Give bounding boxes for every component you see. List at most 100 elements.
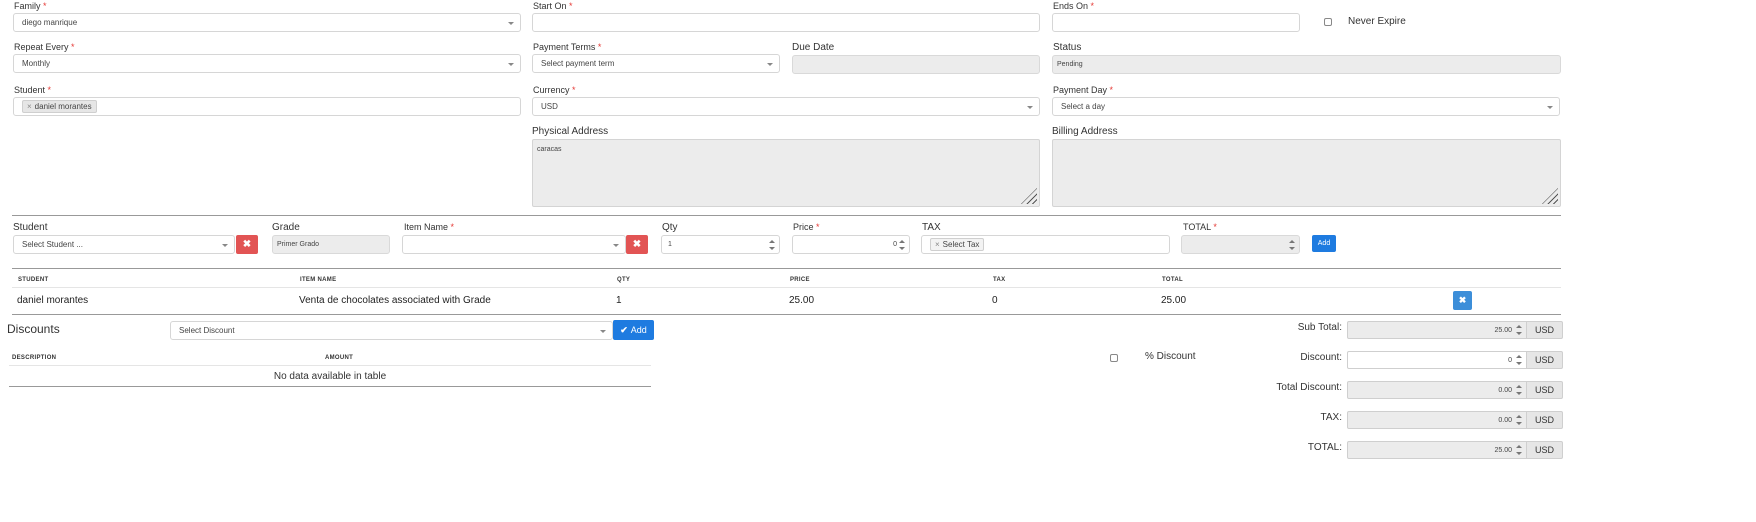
currency-addon: USD	[1527, 411, 1563, 429]
student-multiselect[interactable]: × daniel morantes	[13, 97, 521, 116]
discount-select[interactable]: Select Discount	[170, 321, 613, 340]
add-item-button[interactable]: Add	[1312, 235, 1336, 252]
start-on-input[interactable]	[532, 13, 1040, 32]
discount-value: 0	[1508, 356, 1512, 364]
currency-select[interactable]: USD	[532, 97, 1040, 116]
payment-terms-label: Payment Terms *	[533, 42, 602, 52]
ends-on-input[interactable]	[1052, 13, 1300, 32]
student-tag[interactable]: × daniel morantes	[22, 100, 97, 113]
total-discount-value: 0.00	[1498, 386, 1512, 394]
cell-item-name: Venta de chocolates associated with Grad…	[299, 295, 491, 306]
col-amount: AMOUNT	[325, 355, 354, 361]
chevron-down-icon	[1027, 105, 1033, 109]
cell-tax: 0	[992, 295, 998, 306]
grade-input: Primer Grado	[272, 235, 390, 254]
start-on-label: Start On *	[533, 1, 573, 11]
stepper-icon	[1516, 325, 1522, 335]
remove-tag-icon[interactable]: ×	[935, 240, 940, 249]
payment-terms-select[interactable]: Select payment term	[532, 54, 780, 73]
tax-tag[interactable]: × Select Tax	[930, 238, 985, 251]
stepper-icon	[1289, 239, 1295, 250]
never-expire-label: Never Expire	[1348, 16, 1406, 27]
table-bottom-border	[12, 314, 1561, 315]
currency-addon: USD	[1527, 351, 1563, 369]
discount-table-border	[9, 386, 651, 387]
qty-label: Qty	[662, 222, 678, 233]
repeat-every-select[interactable]: Monthly	[13, 54, 521, 73]
billing-address-label: Billing Address	[1052, 126, 1118, 137]
grade-value: Primer Grado	[277, 241, 320, 248]
section-divider	[12, 215, 1561, 216]
tax-tag-label: Select Tax	[942, 240, 980, 249]
col-tax: TAX	[993, 277, 1006, 283]
item-student-placeholder: Select Student ...	[22, 240, 83, 249]
check-icon: ✔	[620, 324, 628, 335]
resize-handle-icon[interactable]	[1542, 188, 1558, 204]
family-label: Family *	[14, 1, 47, 11]
total-label: TOTAL *	[1183, 222, 1217, 232]
item-student-select[interactable]: Select Student ...	[13, 235, 235, 254]
physical-address-textarea[interactable]: caracas	[532, 139, 1040, 207]
billing-address-textarea[interactable]	[1052, 139, 1561, 207]
student-label: Student *	[14, 85, 52, 95]
discount-select-placeholder: Select Discount	[179, 326, 235, 335]
discount-input[interactable]: 0	[1347, 351, 1527, 369]
tax-summary-value: 0.00	[1498, 416, 1512, 424]
tax-summary-input: 0.00	[1347, 411, 1527, 429]
cell-student: daniel morantes	[17, 295, 89, 306]
family-value: diego manrique	[22, 18, 78, 27]
remove-row-button[interactable]: ✖	[1453, 291, 1472, 310]
chevron-down-icon	[1547, 105, 1553, 109]
cell-price: 25.00	[789, 295, 815, 306]
cell-qty: 1	[616, 295, 622, 306]
item-student-label: Student	[13, 222, 48, 233]
col-item-name: ITEM NAME	[300, 277, 337, 283]
grand-total-value: 25.00	[1494, 446, 1512, 454]
chevron-down-icon	[508, 62, 514, 66]
grade-label: Grade	[272, 222, 300, 233]
due-date-input	[792, 55, 1040, 74]
chevron-down-icon	[222, 243, 228, 247]
total-discount-input: 0.00	[1347, 381, 1527, 399]
percent-discount-checkbox[interactable]	[1110, 354, 1118, 362]
tax-label: TAX	[922, 222, 941, 233]
payment-day-value: Select a day	[1061, 102, 1106, 111]
total-input	[1181, 235, 1300, 254]
percent-discount-label: % Discount	[1145, 351, 1196, 362]
family-select[interactable]: diego manrique	[13, 13, 521, 32]
currency-addon: USD	[1527, 441, 1563, 459]
physical-address-value: caracas	[537, 146, 562, 153]
clear-item-button[interactable]: ✖	[626, 235, 648, 254]
currency-label: Currency *	[533, 85, 576, 95]
repeat-every-value: Monthly	[22, 59, 51, 68]
tax-summary-label: TAX:	[1320, 412, 1342, 423]
stepper-icon[interactable]	[769, 239, 775, 250]
clear-student-button[interactable]: ✖	[236, 235, 258, 254]
discount-header-border	[9, 365, 651, 366]
stepper-icon[interactable]	[899, 239, 905, 250]
col-student: STUDENT	[18, 277, 49, 283]
payment-day-select[interactable]: Select a day	[1052, 97, 1560, 116]
price-label: Price *	[793, 222, 820, 232]
discounts-title: Discounts	[7, 322, 60, 336]
stepper-icon[interactable]	[1516, 355, 1522, 365]
never-expire-checkbox[interactable]	[1324, 18, 1332, 26]
grand-total-input: 25.00	[1347, 441, 1527, 459]
col-price: PRICE	[790, 277, 810, 283]
item-name-select[interactable]	[402, 235, 626, 254]
chevron-down-icon	[600, 329, 606, 333]
discount-empty-text: No data available in table	[273, 371, 387, 382]
col-total: TOTAL	[1162, 277, 1183, 283]
resize-handle-icon[interactable]	[1021, 188, 1037, 204]
qty-input[interactable]: 1	[661, 235, 780, 254]
qty-value: 1	[668, 241, 672, 248]
price-input[interactable]: 0	[792, 235, 910, 254]
stepper-icon	[1516, 445, 1522, 455]
remove-tag-icon[interactable]: ×	[27, 102, 32, 111]
stepper-icon	[1516, 415, 1522, 425]
add-discount-button[interactable]: ✔ Add	[613, 320, 654, 340]
chevron-down-icon	[508, 21, 514, 25]
total-discount-label: Total Discount:	[1276, 382, 1342, 393]
status-label: Status	[1053, 42, 1082, 53]
tax-multiselect[interactable]: × Select Tax	[921, 235, 1170, 254]
